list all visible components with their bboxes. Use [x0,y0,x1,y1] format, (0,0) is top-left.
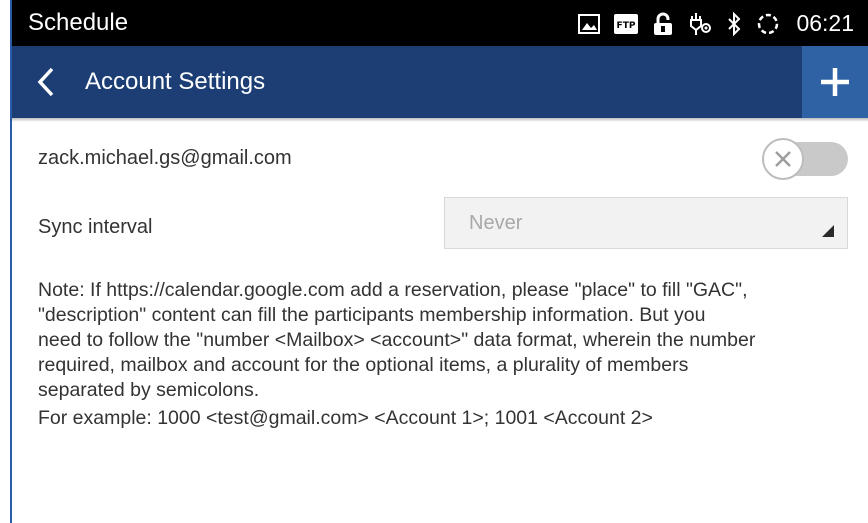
back-button[interactable] [32,66,62,98]
example-text: For example: 1000 <test@gmail.com> <Acco… [38,407,653,429]
sync-interval-label: Sync interval [38,216,153,238]
image-icon [578,13,601,34]
note-text: Note: If https://calendar.google.com add… [38,278,866,403]
account-sync-toggle[interactable] [762,138,848,180]
page-title: Account Settings [85,68,266,95]
status-icons: FTP 06:21 [578,10,854,37]
note-line: required, mailbox and account for the op… [38,354,689,376]
sync-interval-select[interactable]: Never [444,197,848,249]
account-email: zack.michael.gs@gmail.com [38,147,292,169]
status-bar: Schedule FTP 06:21 [12,0,868,46]
ftp-icon-label: FTP [617,21,636,31]
close-icon [775,151,791,167]
sync-interval-value: Never [469,212,523,234]
settings-content: zack.michael.gs@gmail.com Sync interval … [12,122,868,523]
ftp-icon: FTP [614,13,639,34]
action-bar: Account Settings [12,46,868,118]
dropdown-arrow-icon [822,225,834,237]
sync-icon [756,12,780,36]
status-time: 06:21 [796,10,854,36]
add-account-button[interactable] [802,46,868,118]
note-line: need to follow the "number <Mailbox> <ac… [38,329,756,351]
plus-icon [821,68,849,96]
chevron-left-icon [37,67,54,97]
lock-icon [652,12,674,36]
note-line: Note: If https://calendar.google.com add… [38,279,748,301]
usb-icon [688,12,712,36]
note-line: separated by semicolons. [38,379,260,401]
bluetooth-icon [726,11,742,36]
toggle-thumb [762,138,804,180]
status-app-title: Schedule [28,9,129,36]
note-line: "description" content can fill the parti… [38,304,706,326]
